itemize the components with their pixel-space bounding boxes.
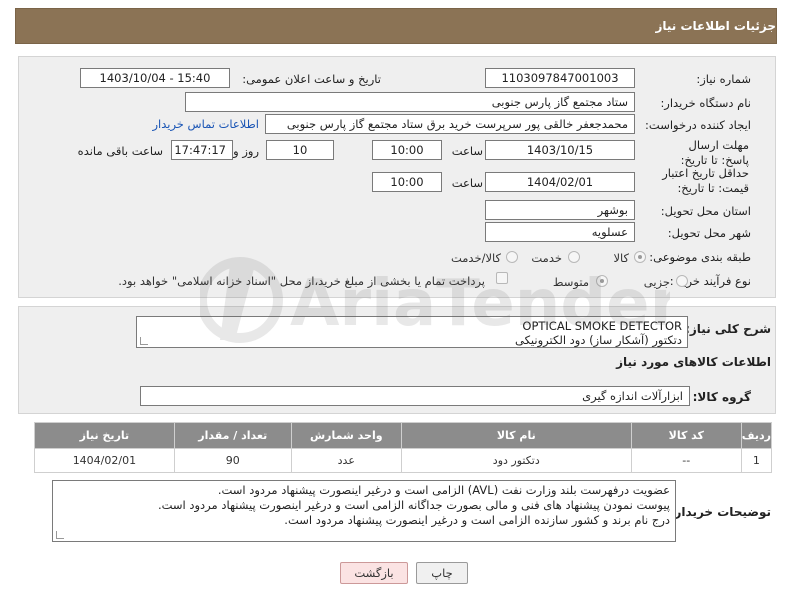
col-header-goods-name: نام کالا — [400, 422, 632, 449]
buyer-org-field: ستاد مجتمع گاز پارس جنوبی — [185, 92, 635, 112]
category-option-goods: کالا — [613, 251, 629, 265]
resize-handle-icon[interactable] — [140, 337, 148, 345]
resize-handle-icon[interactable] — [56, 531, 64, 539]
goods-group-label: گروه کالا: — [692, 390, 751, 404]
remaining-time-label: ساعت باقی مانده — [77, 144, 163, 158]
cell-unit: عدد — [290, 448, 402, 473]
process-option-partial: جزیی — [643, 275, 670, 289]
cell-row-number: 1 — [740, 448, 773, 473]
goods-group-field: ابزارآلات اندازه گیری — [140, 386, 690, 406]
table-header-row: ردیف کد کالا نام کالا واحد شمارش تعداد /… — [34, 422, 773, 449]
buyer-contact-link[interactable]: اطلاعات تماس خریدار — [152, 117, 259, 131]
category-radio-goods-service[interactable] — [506, 251, 518, 263]
cell-goods-name: دتکتور دود — [400, 448, 632, 473]
deadline-time-field: 10:00 — [372, 140, 442, 160]
cell-goods-code: -- — [630, 448, 742, 473]
remaining-time-field: 17:47:17 — [171, 140, 233, 160]
treasury-payment-note: پرداخت تمام یا بخشی از مبلغ خرید،از محل … — [118, 274, 485, 288]
buyer-note-line-3: درج نام برند و کشور سازنده الزامی است و … — [284, 513, 670, 527]
validity-date-field: 1404/02/01 — [485, 172, 635, 192]
province-label: استان محل تحویل: — [660, 204, 751, 218]
requester-label: ایجاد کننده درخواست: — [645, 118, 751, 132]
buyer-note-line-1: عضویت درفهرست بلند وزارت نفت (AVL) الزام… — [217, 483, 670, 497]
deadline-date-field: 1403/10/15 — [485, 140, 635, 160]
process-radio-medium[interactable] — [596, 275, 608, 287]
page-header: جزئیات اطلاعات نیاز — [15, 8, 777, 44]
process-option-medium: متوسط — [552, 275, 589, 289]
description-textarea[interactable]: OPTICAL SMOKE DETECTOR دتکتور (آشکار ساز… — [136, 316, 688, 348]
category-label: طبقه بندی موضوعی: — [649, 250, 751, 264]
description-line-2: دتکتور (آشکار ساز) دود الکترونیکی — [515, 333, 682, 347]
validity-time-field: 10:00 — [372, 172, 442, 192]
validity-time-label: ساعت — [451, 176, 483, 190]
validity-label: حداقل تاریخ اعتبار قیمت: تا تاریخ: — [662, 166, 749, 195]
goods-section-title: اطلاعات کالاهای مورد نیاز — [616, 355, 771, 369]
cell-need-date: 1404/02/01 — [34, 448, 175, 473]
goods-table: ردیف کد کالا نام کالا واحد شمارش تعداد /… — [34, 422, 773, 473]
col-header-quantity: تعداد / مقدار — [173, 422, 292, 449]
need-number-label: شماره نیاز: — [696, 72, 751, 86]
city-label: شهر محل تحویل: — [667, 226, 751, 240]
days-label: روز و — [233, 144, 259, 158]
buyer-notes-textarea[interactable]: عضویت درفهرست بلند وزارت نفت (AVL) الزام… — [52, 480, 676, 542]
category-radio-goods[interactable] — [634, 251, 646, 263]
description-label: شرح کلی نیاز: — [685, 322, 771, 336]
back-button[interactable]: بازگشت — [340, 562, 408, 584]
col-header-need-date: تاریخ نیاز — [34, 422, 175, 449]
city-field: عسلویه — [485, 222, 635, 242]
col-header-row-number: ردیف — [740, 422, 773, 449]
col-header-goods-code: کد کالا — [630, 422, 742, 449]
days-remaining-field: 10 — [266, 140, 334, 160]
treasury-payment-checkbox[interactable] — [496, 272, 508, 284]
requester-field: محمدجعفر خالقی پور سرپرست خرید برق ستاد … — [265, 114, 635, 134]
announce-label: تاریخ و ساعت اعلان عمومی: — [242, 72, 381, 86]
category-option-service: خدمت — [531, 251, 562, 265]
province-field: بوشهر — [485, 200, 635, 220]
cell-quantity: 90 — [173, 448, 292, 473]
description-line-1: OPTICAL SMOKE DETECTOR — [522, 319, 682, 333]
print-button[interactable]: چاپ — [416, 562, 468, 584]
deadline-label: مهلت ارسال پاسخ: تا تاریخ: — [680, 138, 749, 167]
page-title: جزئیات اطلاعات نیاز — [655, 19, 776, 33]
need-number-field: 1103097847001003 — [485, 68, 635, 88]
deadline-time-label: ساعت — [451, 144, 483, 158]
buyer-notes-label: توضیحات خریدار: — [669, 505, 771, 519]
announce-datetime-field: 1403/10/04 - 15:40 — [80, 68, 230, 88]
category-option-goods-service: کالا/خدمت — [450, 251, 501, 265]
col-header-unit: واحد شمارش — [290, 422, 402, 449]
process-radio-partial[interactable] — [676, 275, 688, 287]
buyer-org-label: نام دستگاه خریدار: — [660, 96, 751, 110]
category-radio-service[interactable] — [568, 251, 580, 263]
table-row: 1 -- دتکتور دود عدد 90 1404/02/01 — [34, 448, 773, 473]
buyer-note-line-2: پیوست نمودن پیشنهاد های فنی و مالی بصورت… — [157, 498, 670, 512]
